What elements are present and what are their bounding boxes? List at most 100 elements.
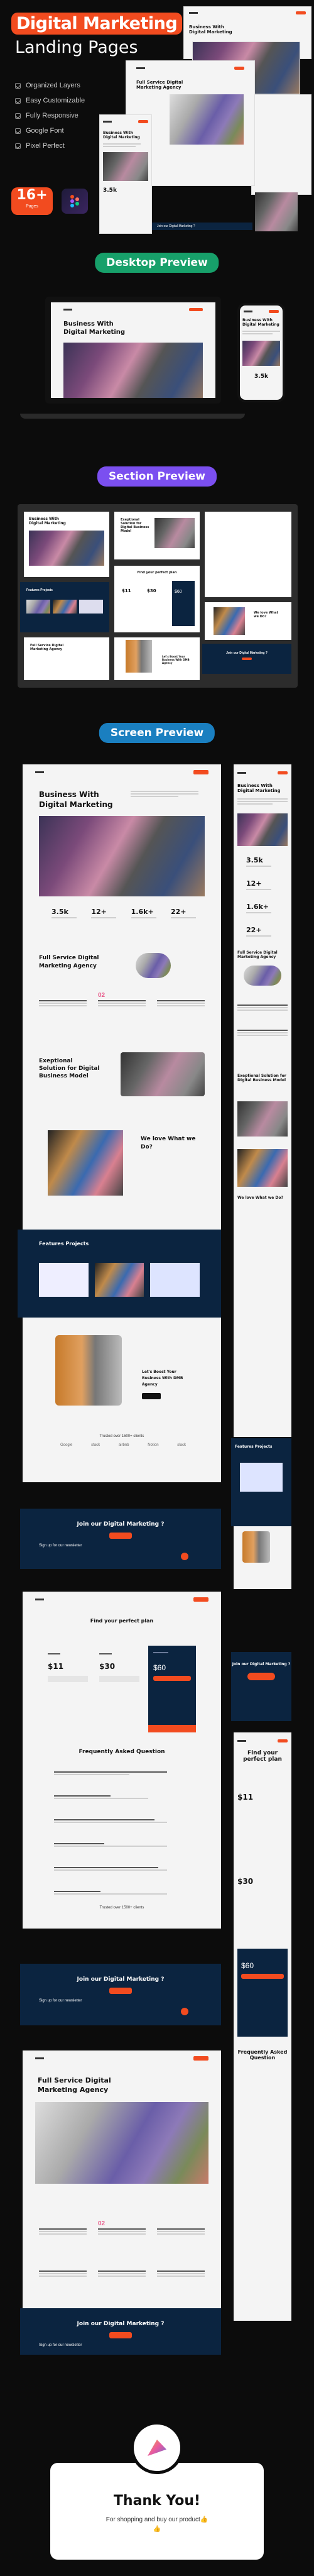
screen1-hero-heading-2: Digital Marketing — [39, 800, 113, 809]
phone-hero-heading: Business With Digital Marketing — [242, 318, 279, 327]
cta-button[interactable] — [247, 1673, 275, 1680]
check-icon — [15, 143, 21, 149]
section-card-pricing: Find your perfect plan $11 $30 $60 — [114, 566, 200, 632]
mockup-back-lower — [251, 94, 311, 195]
mobile-preview-1: Business With Digital Marketing 3.5k 12+… — [234, 764, 291, 1437]
plan-card: $30 — [99, 1652, 139, 1682]
screen1-love-image — [48, 1130, 123, 1196]
screen1-solution-heading-1: Exeptional — [39, 1058, 73, 1064]
laptop-frame: Business With Digital Marketing — [45, 297, 221, 404]
hero-subtitle: Landing Pages — [15, 38, 138, 57]
phone-screen: Business With Digital Marketing 3.5k — [240, 305, 283, 400]
feature-list: Organized Layers Easy Customizable Fully… — [15, 78, 85, 153]
screen1-boost-heading-1: Let's Boost Your — [142, 1370, 176, 1374]
screen1-services: 02 — [39, 992, 205, 1008]
stat-value: 3.5k — [246, 856, 263, 864]
check-icon — [15, 128, 21, 134]
section-card-agency: Full Service Digital Marketing Agency — [24, 637, 109, 680]
project-card[interactable] — [94, 1263, 144, 1297]
plan-price: $30 — [99, 1662, 116, 1671]
stat-value: 22+ — [246, 926, 262, 934]
screen1-stats: 3.5k 12+ 1.6k+ 22+ — [51, 908, 196, 920]
mockup-front: Business With Digital Marketing 3.5k — [99, 114, 152, 234]
stat-value: 3.5k — [51, 908, 68, 916]
stat-value: 12+ — [91, 908, 107, 916]
screen1-agency-heading-1: Full Service Digital — [39, 955, 99, 961]
phone-stat: 3.5k — [254, 373, 268, 380]
faq-item[interactable] — [54, 1819, 196, 1842]
cta-heading: Join our Digital Marketing ? — [77, 1521, 165, 1527]
section-card-boost: Let's Boost Your Business With DMB Agenc… — [114, 637, 200, 680]
faq-item[interactable] — [54, 1795, 196, 1818]
mobile-stats: 3.5k 12+ 1.6k+ 22+ — [237, 856, 288, 937]
section-card-heading: Full Service Digital Marketing Agency — [30, 644, 64, 651]
screen1-cta-footer: Join our Digital Marketing ? Sign up for… — [20, 1509, 221, 1569]
phone-hero-image — [242, 341, 280, 366]
project-card[interactable] — [150, 1263, 200, 1297]
plan-cta-button[interactable] — [148, 1725, 196, 1732]
social-icon[interactable] — [181, 1553, 188, 1560]
stat-item: 3.5k — [51, 908, 77, 920]
feature-label: Easy Customizable — [26, 97, 85, 104]
trusted-text: Trusted over 1500+ clients — [99, 1434, 144, 1438]
brand-logo-icon — [148, 2440, 166, 2456]
feature-label: Pixel Perfect — [26, 142, 65, 150]
newsletter-label: Sign up for our newsletter — [39, 2343, 82, 2347]
mobile-hero-image — [237, 813, 288, 846]
mockup-back-heading: Business With Digital Marketing — [189, 25, 232, 35]
project-card[interactable] — [39, 1263, 89, 1297]
logo-slack: slack — [177, 1443, 186, 1447]
section-card-cta: Join our Digital Marketing ? — [202, 644, 291, 674]
desktop-preview-label: Desktop Preview — [95, 253, 219, 273]
stat-value: 22+ — [170, 908, 187, 916]
faq-item[interactable] — [54, 1843, 196, 1866]
mobile-projects-heading: Features Projects — [235, 1445, 273, 1449]
feature-item: Fully Responsive — [15, 108, 85, 123]
feature-label: Fully Responsive — [26, 112, 78, 119]
trusted-text: Trusted over 1500+ clients — [99, 1906, 144, 1910]
mockup-cta-strip: Join our Digital Marketing ? — [152, 223, 252, 230]
mobile-projects: Features Projects — [231, 1438, 291, 1526]
faq-item[interactable] — [54, 1771, 196, 1794]
feature-item: Easy Customizable — [15, 93, 85, 108]
plan-select-button[interactable] — [241, 1974, 284, 1979]
thank-you-title: Thank You! — [113, 2493, 201, 2509]
pages-count-badge: 16+ Pages — [11, 187, 53, 215]
screen2-desktop: Find your perfect plan $11 $30 $60 Frequ… — [23, 1592, 221, 1929]
plan-price: $11 — [122, 588, 131, 593]
laptop-base — [20, 414, 245, 419]
cta-button[interactable] — [109, 2332, 132, 2338]
section-card-solution: Exeptional Solution for Digital Business… — [114, 512, 200, 559]
logo-google: Google — [60, 1443, 73, 1447]
social-icon[interactable] — [181, 2008, 188, 2015]
mockup-cta-text: Join our Digital Marketing ? — [157, 224, 195, 228]
faq-item[interactable] — [54, 1867, 196, 1890]
boost-button[interactable] — [142, 1393, 161, 1399]
mobile-love-heading: We love What we Do? — [237, 1196, 283, 1200]
plan-price: $11 — [48, 1662, 64, 1671]
thank-you-logo — [131, 2421, 183, 2474]
screen1-agency-heading-2: Marketing Agency — [39, 963, 97, 969]
feature-label: Google Font — [26, 127, 64, 135]
screen1-boost-heading-2: Business With DMB — [142, 1376, 183, 1380]
pages-count: 16+ — [16, 187, 48, 203]
faq-item[interactable] — [54, 1891, 196, 1913]
mockup-front-stat: 3.5k — [103, 187, 117, 194]
stat-item: 22+ — [170, 908, 196, 920]
cta-heading: Join our Digital Marketing ? — [77, 1976, 165, 1983]
cta-button[interactable] — [109, 1533, 132, 1539]
laptop-hero-image — [63, 343, 203, 398]
hero-title: Digital Marketing — [11, 13, 183, 35]
plan-select-button[interactable] — [153, 1676, 191, 1681]
client-logos: Google stack airbnb Notion slack — [60, 1443, 186, 1447]
plan-price: $60 — [153, 1663, 166, 1672]
service-number: 02 — [98, 992, 106, 999]
newsletter-label: Sign up for our newsletter — [39, 1544, 82, 1548]
screen1-solution-heading-2: Solution for Digital — [39, 1065, 100, 1072]
cta-button[interactable] — [109, 1988, 132, 1994]
pages-label: Pages — [26, 204, 38, 209]
screen3-desktop: Full Service Digital Marketing Agency 02 — [23, 2050, 221, 2308]
plan-card: $11 — [48, 1652, 88, 1682]
screen2-cta-footer: Join our Digital Marketing ? Sign up for… — [20, 1964, 221, 2025]
screen3-services: 02 — [39, 2220, 205, 2236]
